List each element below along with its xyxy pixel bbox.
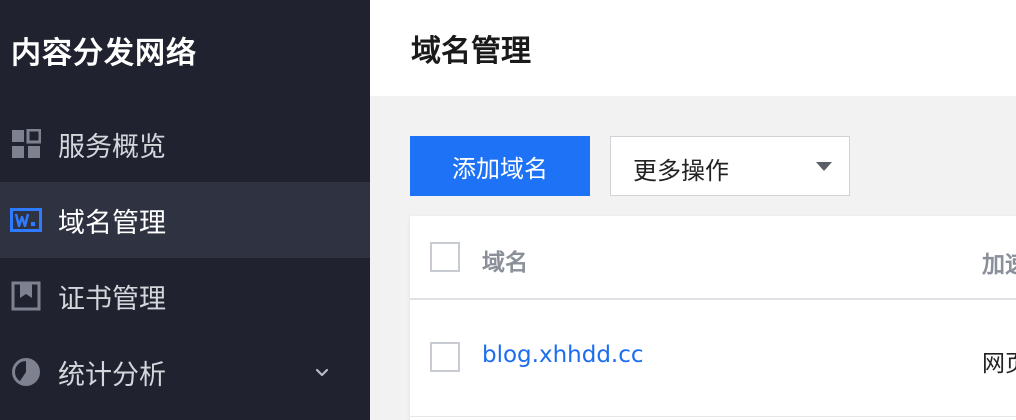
sidebar-item-label: 域名管理 <box>58 207 166 239</box>
column-header-acceleration: 加速 <box>982 252 1016 278</box>
sidebar-item-overview[interactable]: 服务概览 <box>0 106 370 182</box>
pie-chart-icon <box>10 356 42 388</box>
row-checkbox[interactable] <box>430 342 460 372</box>
acceleration-type: 网页 <box>982 351 1016 377</box>
sidebar-item-label: 服务概览 <box>58 131 166 163</box>
certificate-icon <box>10 280 42 312</box>
add-domain-button[interactable]: 添加域名 <box>410 136 590 196</box>
domain-table: 域名 加速 blog.xhhdd.cc 网页 <box>410 216 1016 420</box>
product-title: 内容分发网络 <box>11 36 197 71</box>
select-all-checkbox[interactable] <box>430 242 460 272</box>
sidebar-item-label: 证书管理 <box>58 283 166 315</box>
table-row: blog.xhhdd.cc 网页 <box>410 300 1016 417</box>
chevron-down-icon[interactable] <box>312 362 332 382</box>
domain-w-icon <box>10 204 42 236</box>
table-header: 域名 加速 <box>410 216 1016 300</box>
sidebar: 内容分发网络 服务概览 域名管理 证书管理 统计分析 <box>0 0 370 420</box>
column-header-domain: 域名 <box>482 250 528 276</box>
page-header: 域名管理 <box>370 0 1016 96</box>
dropdown-selected-value: 更多操作 <box>633 157 729 185</box>
sidebar-item-statistics[interactable]: 统计分析 <box>0 334 370 410</box>
more-actions-dropdown[interactable]: 更多操作 <box>610 136 850 196</box>
sidebar-item-certificates[interactable]: 证书管理 <box>0 258 370 334</box>
caret-down-icon <box>816 162 832 171</box>
sidebar-item-label: 统计分析 <box>58 359 166 391</box>
dashboard-grid-icon <box>10 128 42 160</box>
sidebar-item-domains[interactable]: 域名管理 <box>0 182 370 258</box>
domain-link[interactable]: blog.xhhdd.cc <box>482 342 644 368</box>
page-title: 域名管理 <box>411 34 531 69</box>
main-content: 添加域名 更多操作 域名 加速 blog.xhhdd.cc 网页 <box>370 96 1016 420</box>
